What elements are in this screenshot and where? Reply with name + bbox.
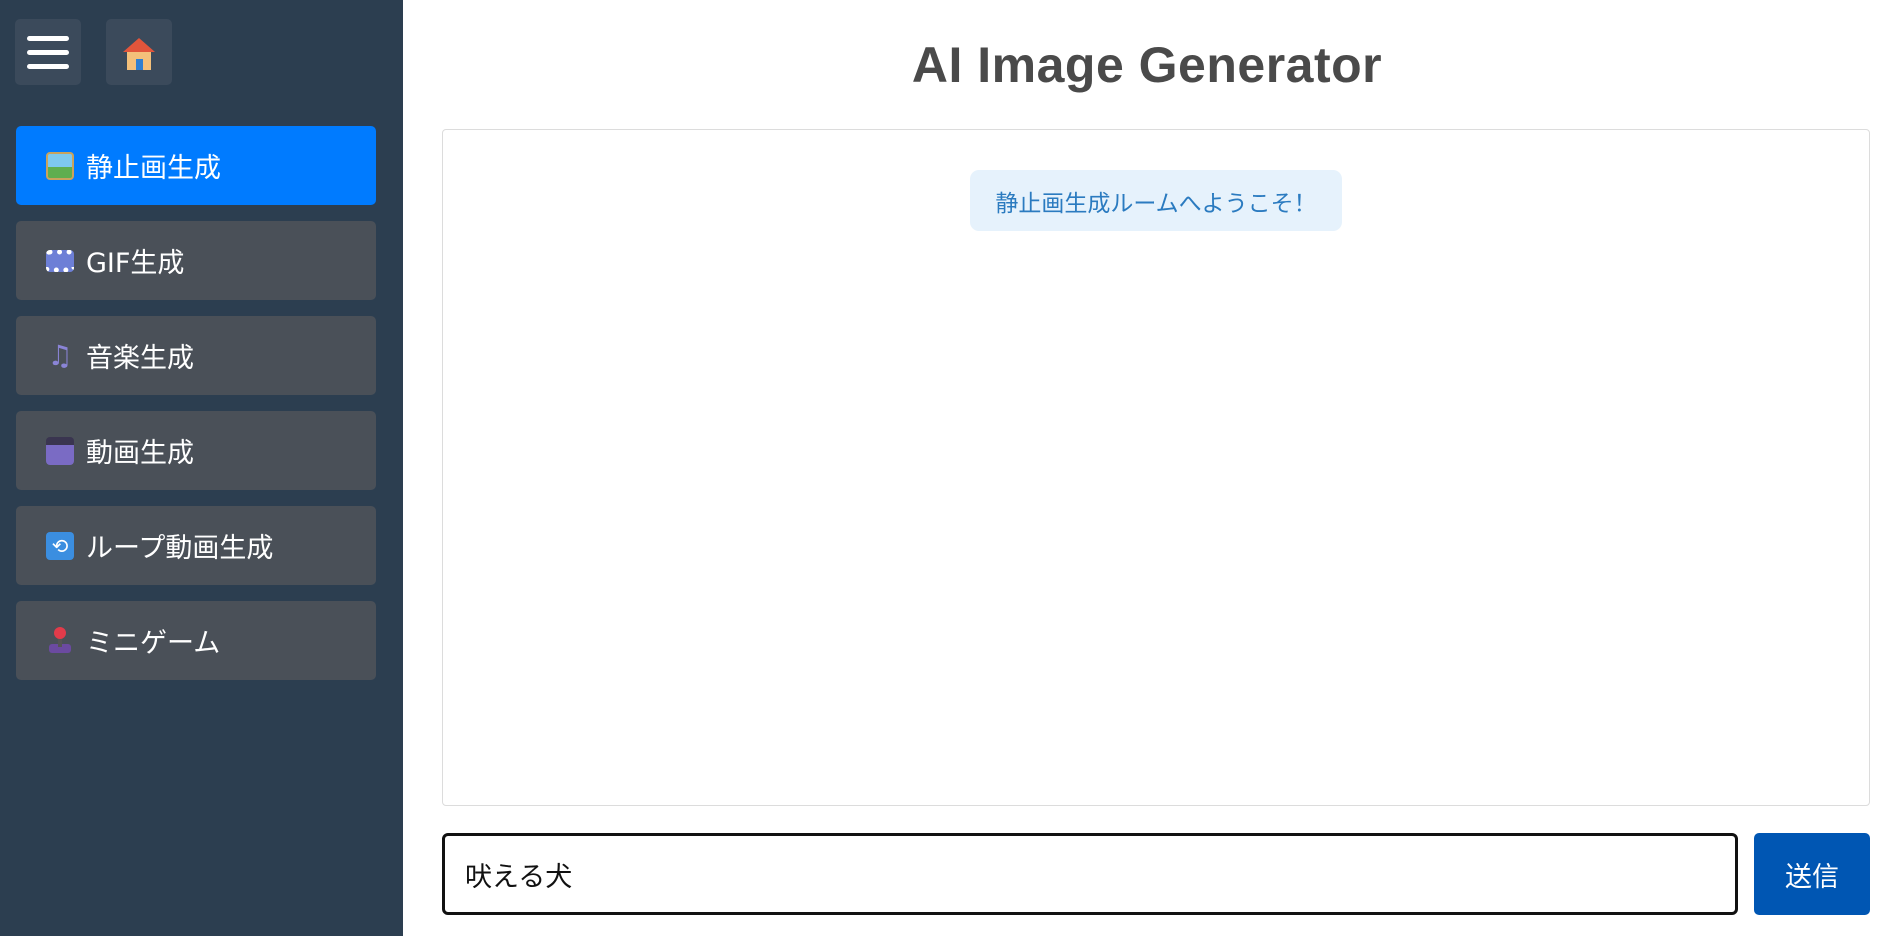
sidebar-item-video[interactable]: 動画生成 <box>16 411 376 490</box>
film-frames-icon <box>46 249 74 272</box>
prompt-input[interactable] <box>442 833 1738 915</box>
sidebar-item-label: ミニゲーム <box>86 628 221 659</box>
sidebar-item-label: 静止画生成 <box>86 153 221 184</box>
sidebar-item-still-image[interactable]: 静止画生成 <box>16 126 376 205</box>
clapper-board-icon <box>46 436 74 465</box>
sidebar: 静止画生成 GIF生成 ♫ 音楽生成 動画生成 ⟲ ループ動画生成 ミニゲーム <box>0 0 403 936</box>
sidebar-item-label: 音楽生成 <box>86 343 194 374</box>
sidebar-item-loop-video[interactable]: ⟲ ループ動画生成 <box>16 506 376 585</box>
page-title: AI Image Generator <box>911 37 1383 93</box>
sidebar-item-gif[interactable]: GIF生成 <box>16 221 376 300</box>
sidebar-item-label: 動画生成 <box>86 438 194 469</box>
send-button[interactable]: 送信 <box>1754 833 1870 915</box>
menu-toggle-button[interactable] <box>15 19 81 85</box>
musical-notes-icon: ♫ <box>47 338 73 372</box>
welcome-message: 静止画生成ルームへようこそ！ <box>970 170 1342 231</box>
home-button[interactable] <box>106 19 172 85</box>
chat-window[interactable]: 静止画生成ルームへようこそ！ <box>442 129 1870 806</box>
joystick-icon <box>46 626 74 655</box>
sidebar-item-label: GIF生成 <box>86 248 185 279</box>
sidebar-item-minigame[interactable]: ミニゲーム <box>16 601 376 680</box>
hamburger-menu-icon <box>27 35 69 69</box>
repeat-icon: ⟲ <box>46 531 74 560</box>
sidebar-item-label: ループ動画生成 <box>86 533 274 564</box>
framed-picture-icon <box>46 151 74 180</box>
sidebar-item-music[interactable]: ♫ 音楽生成 <box>16 316 376 395</box>
house-icon <box>122 38 156 70</box>
